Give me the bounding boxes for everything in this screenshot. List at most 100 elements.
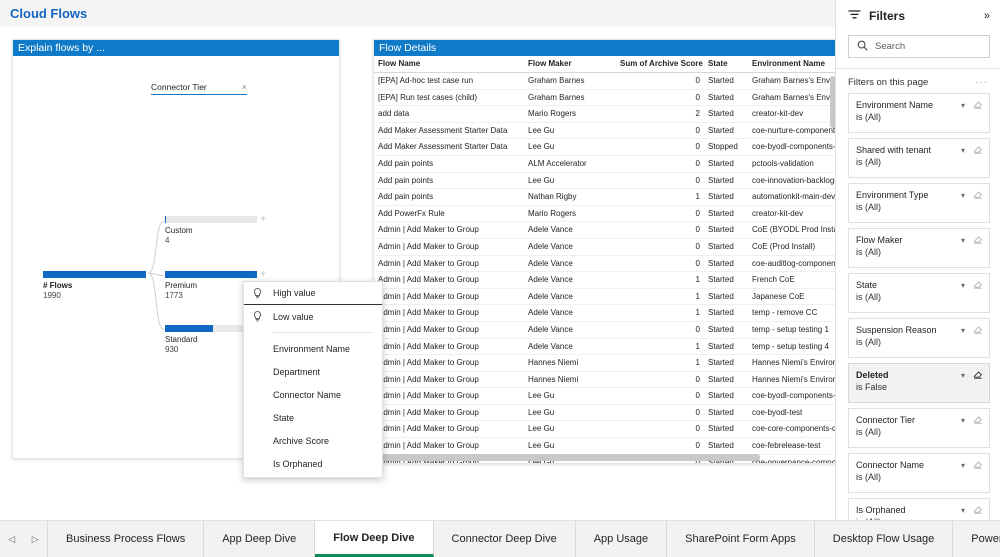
more-options-icon[interactable]: ··· [975,77,988,88]
menu-item-connector-name[interactable]: Connector Name [244,383,382,406]
filter-card-connector-name[interactable]: Connector Nameis (All)▾ [848,453,990,493]
filter-card-deleted[interactable]: Deletedis False▾ [848,363,990,403]
column-header-state[interactable]: State [704,56,748,73]
page-tab-sharepoint-form-apps[interactable]: SharePoint Form Apps [667,521,815,557]
table-row[interactable]: Admin | Add Maker to GroupAdele Vance1St… [374,305,837,322]
expand-icon[interactable]: + [260,270,266,280]
page-tab-desktop-flow-usage[interactable]: Desktop Flow Usage [815,521,954,557]
filters-title: Filters [869,9,905,23]
clear-filter-icon[interactable] [973,144,983,156]
next-page-icon[interactable]: ▷ [32,534,39,545]
search-input[interactable]: Search [875,41,905,52]
cell-flow-maker: Mario Rogers [524,106,616,123]
table-row[interactable]: Admin | Add Maker to GroupAdele Vance1St… [374,338,837,355]
clear-filter-icon[interactable] [973,99,983,111]
table-row[interactable]: Admin | Add Maker to GroupHannes Niemi1S… [374,355,837,372]
chevron-down-icon[interactable]: ▾ [961,326,965,335]
filter-card-icons: ▾ [961,414,983,426]
table-row[interactable]: Admin | Add Maker to GroupLee Gu0Started… [374,388,837,405]
cell-state: Started [704,272,748,289]
close-icon[interactable]: × [242,82,247,92]
tree-node-root[interactable]: # Flows 1990 [43,271,146,301]
filter-card-environment-type[interactable]: Environment Typeis (All)▾ [848,183,990,223]
table-row[interactable]: Admin | Add Maker to GroupAdele Vance0St… [374,255,837,272]
table-row[interactable]: Add pain pointsLee Gu0Startedcoe-innovat… [374,172,837,189]
chevron-down-icon[interactable]: ▾ [961,281,965,290]
menu-item-high-value[interactable]: High value [244,282,382,305]
column-header-flow-maker[interactable]: Flow Maker [524,56,616,73]
filter-card-flow-maker[interactable]: Flow Makeris (All)▾ [848,228,990,268]
table-row[interactable]: Admin | Add Maker to GroupAdele Vance1St… [374,288,837,305]
filter-card-suspension-reason[interactable]: Suspension Reasonis (All)▾ [848,318,990,358]
chevron-down-icon[interactable]: ▾ [961,191,965,200]
chevron-down-icon[interactable]: ▾ [961,236,965,245]
clear-filter-icon[interactable] [973,414,983,426]
menu-item-state[interactable]: State [244,406,382,429]
menu-item-is-orphaned[interactable]: Is Orphaned [244,452,382,475]
table-row[interactable]: [EPA] Ad-hoc test case runGraham Barnes0… [374,73,837,90]
table-row[interactable]: add dataMario Rogers2Startedcreator-kit-… [374,106,837,123]
menu-item-archive-score[interactable]: Archive Score [244,429,382,452]
explain-context-menu[interactable]: High value Low value Environment Name De… [243,281,383,478]
column-header-archive-score[interactable]: Sum of Archive Score [616,56,704,73]
page-tab-app-deep-dive[interactable]: App Deep Dive [204,521,315,557]
previous-page-icon[interactable]: ◁ [8,534,15,545]
page-tab-label: SharePoint Form Apps [685,533,796,545]
page-tab-connector-deep-dive[interactable]: Connector Deep Dive [434,521,576,557]
page-tab-app-usage[interactable]: App Usage [576,521,667,557]
page-tab-power-apps-adoption[interactable]: Power Apps Adoption [953,521,1000,557]
column-header-environment-name[interactable]: Environment Name [748,56,837,73]
clear-filter-icon[interactable] [973,504,983,516]
table-row[interactable]: Admin | Add Maker to GroupLee Gu0Started… [374,421,837,438]
menu-item-environment-name[interactable]: Environment Name [244,337,382,360]
filter-card-environment-name[interactable]: Environment Nameis (All)▾ [848,93,990,133]
chevron-down-icon[interactable]: ▾ [961,506,965,515]
clear-filter-icon[interactable] [973,369,983,381]
page-tab-business-process-flows[interactable]: Business Process Flows [48,521,204,557]
filter-card-connector-tier[interactable]: Connector Tieris (All)▾ [848,408,990,448]
chevron-down-icon[interactable]: ▾ [961,146,965,155]
table-row[interactable]: Admin | Add Maker to GroupAdele Vance1St… [374,272,837,289]
clear-filter-icon[interactable] [973,324,983,336]
clear-filter-icon[interactable] [973,459,983,471]
flow-details-visual[interactable]: Flow Details Flow Name Flow Maker Sum of… [373,39,838,464]
table-row[interactable]: Admin | Add Maker to GroupAdele Vance0St… [374,321,837,338]
clear-filter-icon[interactable] [973,234,983,246]
filter-card-shared-with-tenant[interactable]: Shared with tenantis (All)▾ [848,138,990,178]
filters-search-box[interactable]: Search [848,35,990,58]
table-row[interactable]: Admin | Add Maker to GroupAdele Vance0St… [374,222,837,239]
table-row[interactable]: [EPA] Run test cases (child)Graham Barne… [374,89,837,106]
table-row[interactable]: Add pain pointsALM Accelerator0Startedpc… [374,155,837,172]
menu-item-department[interactable]: Department [244,360,382,383]
table-row[interactable]: Add pain pointsNathan Rigby1Startedautom… [374,189,837,206]
cell-state: Started [704,155,748,172]
column-header-flow-name[interactable]: Flow Name [374,56,524,73]
filter-card-state[interactable]: Stateis (All)▾ [848,273,990,313]
table-horizontal-scrollbar[interactable] [376,454,760,461]
chevron-down-icon[interactable]: ▾ [961,371,965,380]
chevron-down-icon[interactable]: ▾ [961,461,965,470]
table-row[interactable]: Add Maker Assessment Starter DataLee Gu0… [374,122,837,139]
table-row[interactable]: Add PowerFx RuleMario Rogers0Startedcrea… [374,205,837,222]
flow-details-table-wrap: Flow Name Flow Maker Sum of Archive Scor… [374,56,837,463]
table-row[interactable]: Admin | Add Maker to GroupHannes Niemi0S… [374,371,837,388]
table-row[interactable]: Admin | Add Maker to GroupAdele Vance0St… [374,238,837,255]
chevron-down-icon[interactable]: ▾ [961,416,965,425]
tree-node-bar-fill [165,325,213,332]
tree-level-chip-connector-tier[interactable]: Connector Tier × [151,82,247,95]
page-tab-bar: ◁ ▷ Business Process Flows App Deep Dive F… [0,520,1000,557]
tree-node-custom[interactable]: + Custom 4 [165,216,257,246]
expand-icon[interactable]: + [260,215,266,225]
expand-pane-icon[interactable]: » [984,10,990,22]
clear-filter-icon[interactable] [973,279,983,291]
table-row[interactable]: Admin | Add Maker to GroupLee Gu0Started… [374,438,837,455]
menu-item-low-value[interactable]: Low value [244,305,382,328]
clear-filter-icon[interactable] [973,189,983,201]
chevron-down-icon[interactable]: ▾ [961,101,965,110]
page-tab-flow-deep-dive[interactable]: Flow Deep Dive [315,521,433,557]
table-row[interactable]: Add Maker Assessment Starter DataLee Gu0… [374,139,837,156]
page-tab-label: App Deep Dive [222,533,296,545]
table-row[interactable]: Admin | Add Maker to GroupLee Gu0Started… [374,404,837,421]
cell-state: Started [704,404,748,421]
cell-archive-score: 0 [616,255,704,272]
